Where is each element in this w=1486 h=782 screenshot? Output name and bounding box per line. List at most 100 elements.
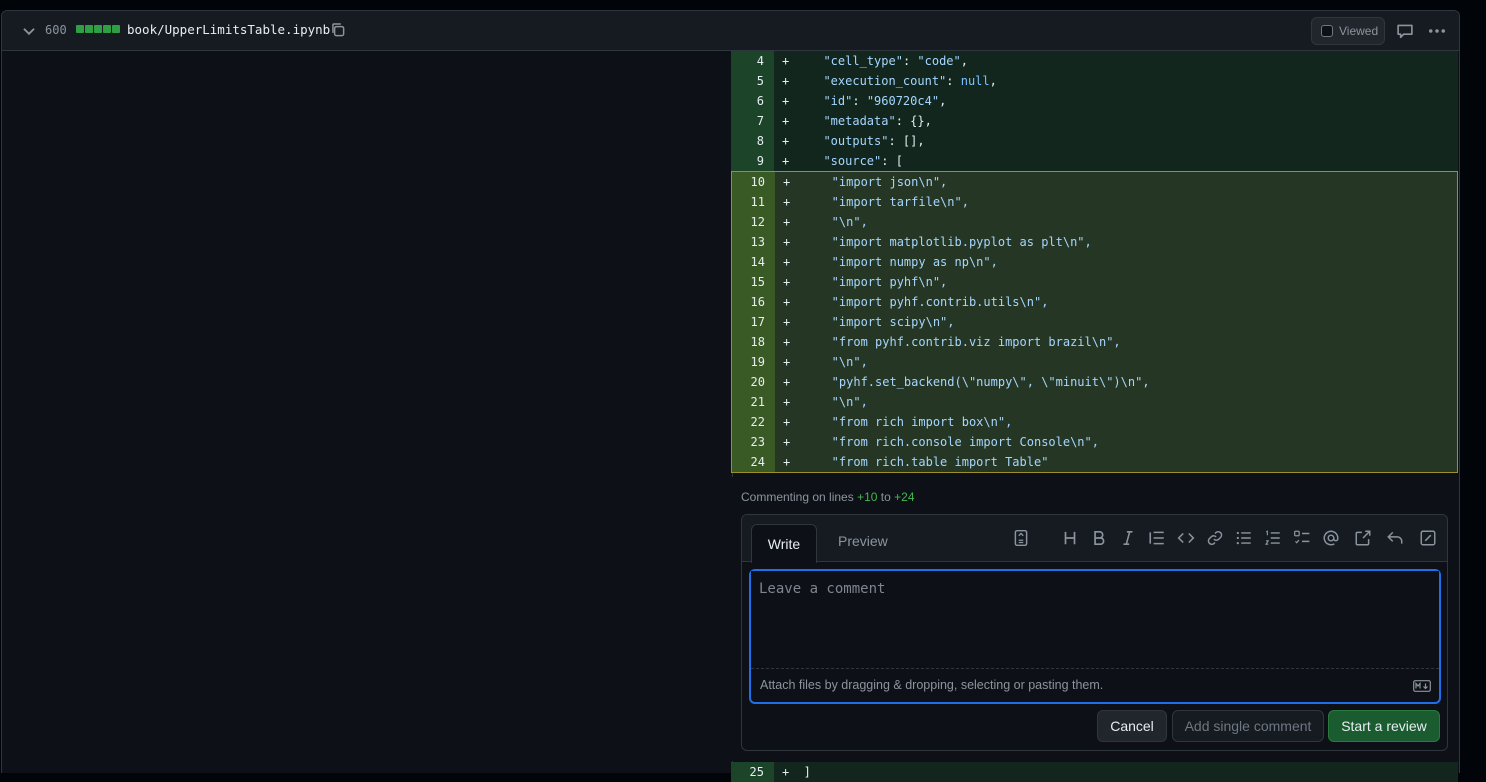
diff-line-selected[interactable]: 23 + "from rich.console import Console\n"… xyxy=(732,432,1457,452)
diff-line-selected[interactable]: 16 + "import pyhf.contrib.utils\n", xyxy=(732,292,1457,312)
diff-line-selected[interactable]: 18 + "from pyhf.contrib.viz import brazil… xyxy=(732,332,1457,352)
file-name[interactable]: book/UpperLimitsTable.ipynb xyxy=(127,22,330,37)
line-code: + "cell_type": "code", xyxy=(774,51,1458,71)
line-code: + "import tarfile\n", xyxy=(775,192,1457,212)
markdown-icon xyxy=(1413,680,1431,692)
diffstat-block xyxy=(103,25,111,33)
mention-icon[interactable] xyxy=(1322,529,1340,547)
line-code: + "import numpy as np\n", xyxy=(775,252,1457,272)
line-number[interactable]: 4 xyxy=(731,51,774,71)
ordered-list-icon[interactable] xyxy=(1264,529,1282,547)
diff-line-selected[interactable]: 21 + "\n", xyxy=(732,392,1457,412)
diff-line[interactable]: 4 + "cell_type": "code", xyxy=(731,51,1458,71)
bold-icon[interactable] xyxy=(1090,529,1108,547)
line-number[interactable]: 10 xyxy=(732,172,775,192)
diff-line-selected[interactable]: 12 + "\n", xyxy=(732,212,1457,232)
line-number[interactable]: 9 xyxy=(731,151,774,171)
line-number[interactable]: 21 xyxy=(732,392,775,412)
diff-line[interactable]: 7 + "metadata": {}, xyxy=(731,111,1458,131)
diff-line-selected[interactable]: 10 + "import json\n", xyxy=(732,172,1457,192)
line-number[interactable]: 16 xyxy=(732,292,775,312)
diff-line[interactable]: 5 + "execution_count": null, xyxy=(731,71,1458,91)
kebab-menu-icon[interactable] xyxy=(1427,21,1447,41)
line-number[interactable]: 25 xyxy=(731,762,774,782)
line-number[interactable]: 22 xyxy=(732,412,775,432)
line-number[interactable]: 6 xyxy=(731,91,774,111)
suggestion-icon[interactable] xyxy=(1012,529,1030,547)
line-code: + "\n", xyxy=(775,392,1457,412)
diff-lines: 4 + "cell_type": "code", 5 + "execution_… xyxy=(731,51,1458,473)
line-code: + "import json\n", xyxy=(775,172,1457,192)
reply-icon[interactable] xyxy=(1386,529,1404,547)
tab-write[interactable]: Write xyxy=(751,524,817,563)
quote-icon[interactable] xyxy=(1148,529,1166,547)
diffstat-block xyxy=(112,25,120,33)
tab-preview[interactable]: Preview xyxy=(838,533,888,549)
line-number[interactable]: 19 xyxy=(732,352,775,372)
line-number[interactable]: 7 xyxy=(731,111,774,131)
line-number[interactable]: 14 xyxy=(732,252,775,272)
line-code: + "from rich.table import Table" xyxy=(775,452,1457,472)
diff-line[interactable]: 6 + "id": "960720c4", xyxy=(731,91,1458,111)
cancel-button[interactable]: Cancel xyxy=(1097,710,1167,742)
line-number[interactable]: 15 xyxy=(732,272,775,292)
comment-input[interactable] xyxy=(751,571,1439,669)
line-code: + "from rich import box\n", xyxy=(775,412,1457,432)
viewed-toggle[interactable]: Viewed xyxy=(1311,17,1385,45)
line-number[interactable]: 20 xyxy=(732,372,775,392)
line-code: + "pyhf.set_backend(\"numpy\", \"minuit\… xyxy=(775,372,1457,392)
line-code: + ] xyxy=(774,762,1458,782)
diff-line-selected[interactable]: 22 + "from rich import box\n", xyxy=(732,412,1457,432)
line-code: + "import matplotlib.pyplot as plt\n", xyxy=(775,232,1457,252)
add-single-comment-button[interactable]: Add single comment xyxy=(1172,710,1324,742)
diff-line-selected[interactable]: 24 + "from rich.table import Table" xyxy=(732,452,1457,472)
copy-icon[interactable] xyxy=(329,21,347,39)
attach-files-hint[interactable]: Attach files by dragging & dropping, sel… xyxy=(760,678,1103,692)
line-number[interactable]: 23 xyxy=(732,432,775,452)
left-diff-pane xyxy=(2,52,733,773)
diff-line-selected[interactable]: 13 + "import matplotlib.pyplot as plt\n", xyxy=(732,232,1457,252)
line-code: + "\n", xyxy=(775,212,1457,232)
diff-line-selected[interactable]: 19 + "\n", xyxy=(732,352,1457,372)
start-review-button[interactable]: Start a review xyxy=(1328,710,1440,742)
chevron-down-icon[interactable] xyxy=(20,22,38,40)
diff-line-selected[interactable]: 14 + "import numpy as np\n", xyxy=(732,252,1457,272)
comment-tabs: Write Preview xyxy=(742,515,1447,563)
viewed-checkbox[interactable] xyxy=(1321,25,1333,37)
line-number[interactable]: 11 xyxy=(732,192,775,212)
italic-icon[interactable] xyxy=(1119,529,1137,547)
fullscreen-edit-icon[interactable] xyxy=(1419,529,1437,547)
line-number[interactable]: 12 xyxy=(732,212,775,232)
task-list-icon[interactable] xyxy=(1293,529,1311,547)
diff-line[interactable]: 8 + "outputs": [], xyxy=(731,131,1458,151)
line-number[interactable]: 24 xyxy=(732,452,775,472)
commenting-on-lines: Commenting on lines +10 to +24 xyxy=(741,490,915,504)
diffstat-block xyxy=(85,25,93,33)
line-code: + "from rich.console import Console\n", xyxy=(775,432,1457,452)
line-number[interactable]: 18 xyxy=(732,332,775,352)
diff-line-selected[interactable]: 11 + "import tarfile\n", xyxy=(732,192,1457,212)
diff-line[interactable]: 9 + "source": [ xyxy=(731,151,1458,171)
link-icon[interactable] xyxy=(1206,529,1224,547)
comment-icon[interactable] xyxy=(1395,21,1415,41)
line-number[interactable]: 5 xyxy=(731,71,774,91)
line-number[interactable]: 8 xyxy=(731,131,774,151)
unordered-list-icon[interactable] xyxy=(1235,529,1253,547)
page-gutter xyxy=(1460,10,1486,773)
heading-icon[interactable] xyxy=(1061,529,1079,547)
diff-line-selected[interactable]: 20 + "pyhf.set_backend(\"numpy\", \"minui… xyxy=(732,372,1457,392)
diff-line-selected[interactable]: 15 + "import pyhf\n", xyxy=(732,272,1457,292)
code-icon[interactable] xyxy=(1177,529,1195,547)
line-code: + "import scipy\n", xyxy=(775,312,1457,332)
diff-line-selected[interactable]: 17 + "import scipy\n", xyxy=(732,312,1457,332)
cross-reference-icon[interactable] xyxy=(1354,529,1372,547)
line-code: + "execution_count": null, xyxy=(774,71,1458,91)
viewed-label: Viewed xyxy=(1339,24,1379,38)
diffstat-count: 600 xyxy=(45,23,67,37)
line-code: + "outputs": [], xyxy=(774,131,1458,151)
line-code: + "metadata": {}, xyxy=(774,111,1458,131)
line-number[interactable]: 13 xyxy=(732,232,775,252)
diff-line[interactable]: 25 + ] xyxy=(731,762,1458,782)
line-number[interactable]: 17 xyxy=(732,312,775,332)
comment-form: Write Preview Attach files by dragging &… xyxy=(741,514,1448,751)
